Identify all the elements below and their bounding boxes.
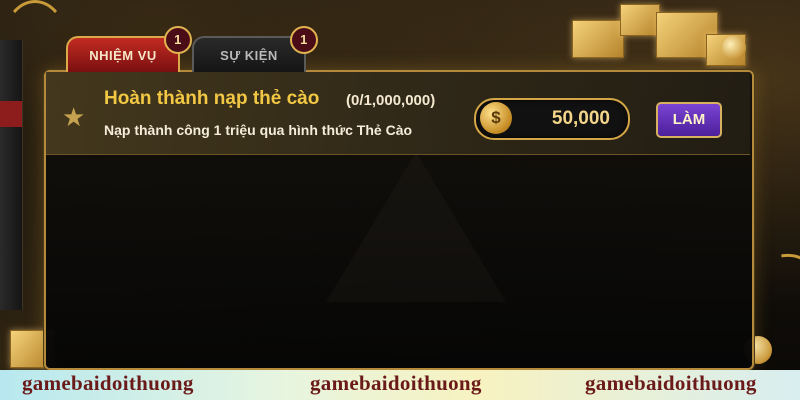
side-decor-red [0, 101, 22, 127]
watermark-bar: gamebaidoithuong gamebaidoithuong gameba… [0, 370, 800, 400]
do-task-button[interactable]: LÀM [656, 102, 722, 138]
tab-events-label: SỰ KIỆN [220, 48, 278, 63]
background-logo-shape [326, 152, 506, 302]
gift-box-decoration [620, 4, 660, 36]
task-progress: (0/1,000,000) [346, 92, 436, 109]
reward-pill: $ 50,000 [474, 98, 630, 140]
watermark-text: gamebaidoithuong [22, 371, 194, 395]
tab-missions-label: NHIỆM VỤ [89, 48, 157, 63]
tab-missions[interactable]: NHIỆM VỤ 1 [66, 26, 192, 72]
notification-badge: 1 [290, 26, 318, 54]
tab-events[interactable]: SỰ KIỆN 1 [192, 26, 318, 72]
notification-badge: 1 [164, 26, 192, 54]
gift-box-decoration [572, 20, 624, 58]
task-row: ★ Hoàn thành nạp thẻ cào (0/1,000,000) N… [46, 72, 750, 155]
task-description: Nạp thành công 1 triệu qua hình thức Thẻ… [104, 122, 413, 138]
watermark-text: gamebaidoithuong [585, 371, 757, 395]
reward-value: 50,000 [551, 108, 610, 129]
task-title: Hoàn thành nạp thẻ cào [104, 88, 320, 109]
coin-icon: $ [480, 102, 512, 134]
watermark-text: gamebaidoithuong [310, 371, 482, 395]
star-icon: ★ [62, 102, 86, 132]
gold-ball-decoration [722, 36, 746, 60]
